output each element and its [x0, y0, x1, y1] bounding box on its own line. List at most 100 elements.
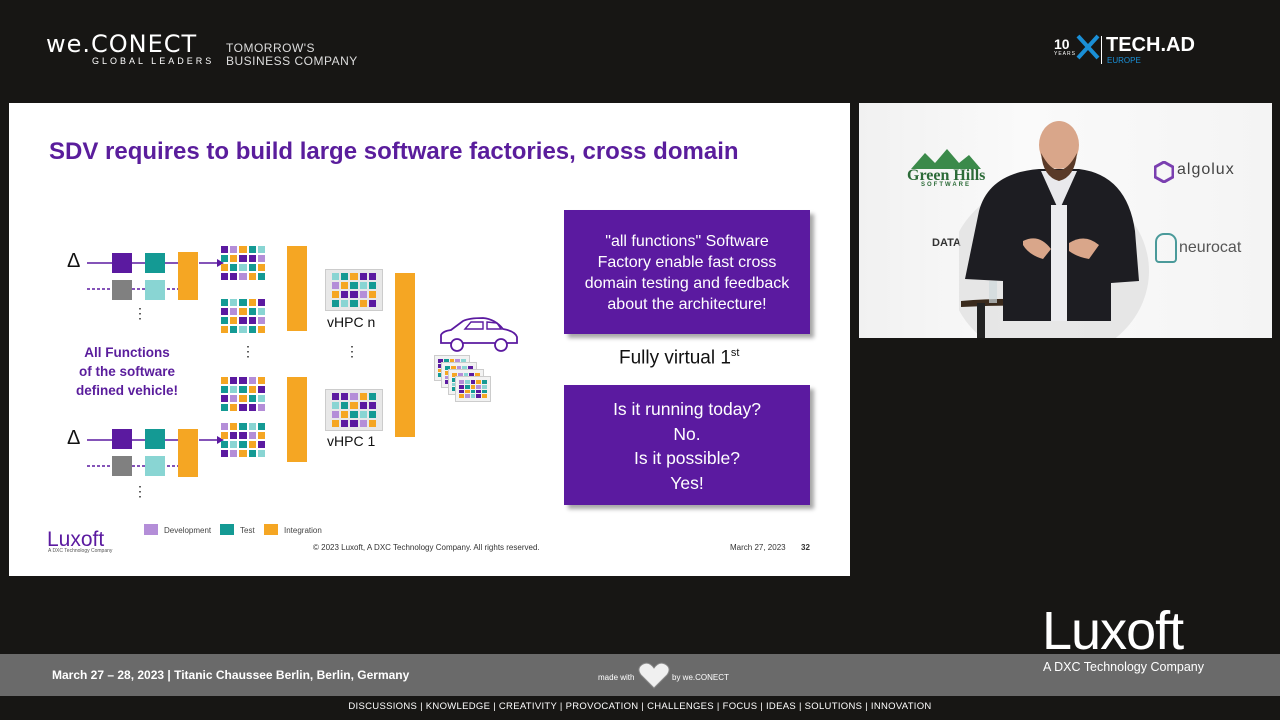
grid-cell	[482, 384, 487, 389]
weconect-logo: we.CONECT	[46, 30, 198, 58]
fully-virtual-text: Fully virtual 1	[619, 347, 731, 369]
grid-cell	[359, 300, 367, 307]
grid-cell	[459, 389, 464, 394]
legend-dev-swatch	[144, 524, 158, 535]
running-today-box: Is it running today? No. Is it possible?…	[564, 385, 810, 505]
weconect-subtitle: GLOBAL LEADERS	[92, 56, 215, 66]
test-square	[145, 429, 165, 449]
grid-cell	[257, 386, 265, 393]
grid-cell	[359, 402, 367, 409]
grid-cell	[248, 404, 256, 411]
grid-cell	[257, 441, 265, 448]
techad-name: TECH.AD	[1106, 34, 1195, 56]
grid-cell	[248, 308, 256, 315]
grid-cell	[332, 291, 340, 298]
grid-cell	[221, 395, 229, 402]
ellipsis-bottom: ⋮	[133, 483, 147, 499]
ellipsis-grids: ⋮	[241, 343, 255, 359]
grid-cell	[459, 384, 464, 389]
grid-cell	[368, 402, 376, 409]
dev-square	[112, 429, 132, 449]
grid-cell	[332, 273, 340, 280]
grid-cell	[221, 317, 229, 324]
box-line: "all functions" Software	[605, 233, 769, 250]
copyright: © 2023 Luxoft, A DXC Technology Company.…	[313, 543, 540, 552]
delta-symbol-bottom: Δ	[67, 427, 81, 449]
grid-cell	[239, 246, 247, 253]
grid-cell	[341, 393, 349, 400]
grid-cell	[257, 264, 265, 271]
luxoft-slide-subtitle: A DXC Technology Company	[48, 548, 113, 554]
software-factory-box: "all functions" Software Factory enable …	[564, 210, 810, 334]
grid-cell	[482, 389, 487, 394]
legend-test-swatch	[220, 524, 234, 535]
grid-cell	[359, 273, 367, 280]
grid-cell	[464, 384, 470, 389]
grid-cell	[341, 300, 349, 307]
stacked-grid-card	[455, 376, 491, 402]
delta-symbol-top: Δ	[67, 250, 81, 272]
grid-cell	[248, 450, 256, 457]
grid-cell	[459, 380, 464, 384]
grid-cell	[230, 423, 238, 430]
grid-cell	[350, 402, 358, 409]
grid-cell	[332, 282, 340, 289]
made-with-label: made with	[598, 673, 635, 682]
grid-cell	[239, 273, 247, 280]
ellipsis-top: ⋮	[133, 305, 147, 321]
component-grid	[221, 377, 265, 411]
grid-cell	[368, 291, 376, 298]
event-info: March 27 – 28, 2023 | Titanic Chaussee B…	[52, 668, 410, 682]
grid-cell	[332, 300, 340, 307]
grid-cell	[350, 273, 358, 280]
techad-ten: 10	[1054, 36, 1070, 52]
grid-cell	[230, 450, 238, 457]
grid-cell	[257, 246, 265, 253]
ellipsis-vhpc: ⋮	[345, 343, 359, 359]
grid-cell	[248, 423, 256, 430]
box-line: No.	[673, 423, 701, 444]
grid-cell	[239, 441, 247, 448]
box-line: Is it possible?	[633, 448, 741, 468]
grid-cell	[221, 326, 229, 333]
legend-integration: Integration	[284, 526, 322, 535]
integration-column	[287, 377, 307, 462]
box-line: Yes!	[670, 472, 704, 493]
test-square-inactive	[145, 280, 165, 300]
speaker-figure	[959, 121, 1149, 338]
dev-square-inactive	[112, 280, 132, 300]
grid-cell	[257, 450, 265, 457]
integration-column-main	[395, 273, 415, 437]
grid-cell	[332, 411, 340, 418]
dev-square-inactive	[112, 456, 132, 476]
grid-cell	[257, 317, 265, 324]
box-line: Is it running today?	[613, 399, 761, 419]
grid-cell	[248, 317, 256, 324]
component-grid	[459, 380, 487, 398]
grid-cell	[470, 389, 476, 394]
grid-cell	[221, 441, 229, 448]
grid-cell	[230, 441, 238, 448]
grid-cell	[248, 255, 256, 262]
grid-cell	[476, 394, 482, 398]
vhpc-n-box	[325, 269, 383, 311]
fully-virtual-label: Fully virtual 1st	[619, 347, 739, 369]
all-functions-line: of the software	[78, 364, 175, 379]
grid-cell	[230, 377, 238, 384]
grid-cell	[476, 380, 482, 384]
grid-cell	[221, 255, 229, 262]
integration-bar	[178, 429, 198, 477]
box-line: about the architecture!	[607, 296, 767, 313]
grid-cell	[341, 420, 349, 427]
grid-cell	[257, 432, 265, 439]
grid-cell	[230, 299, 238, 306]
tagline: TOMORROW'S BUSINESS COMPANY	[226, 42, 358, 68]
grid-cell	[459, 394, 464, 398]
sponsor-neurocat: neurocat	[1179, 239, 1242, 256]
slide-page-number: 32	[801, 543, 810, 552]
techad-years: YEARS	[1054, 51, 1076, 57]
grid-cell	[341, 282, 349, 289]
techad-region: EUROPE	[1107, 56, 1141, 65]
tagline-line2: BUSINESS COMPANY	[226, 54, 358, 68]
grid-cell	[476, 384, 482, 389]
